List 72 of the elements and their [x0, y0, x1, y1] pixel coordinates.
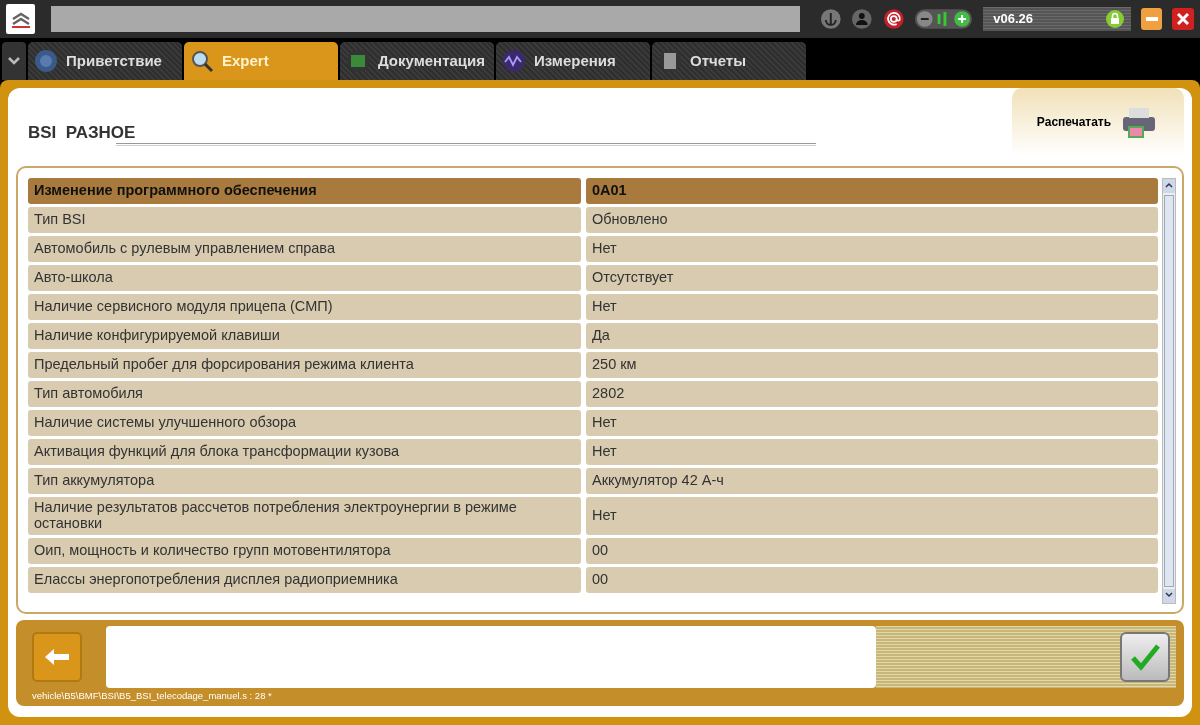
parameter-cell: Наличие системы улучшенного обзора: [28, 410, 581, 436]
parameter-cell: Активация функций для блока трансформации кузова: [28, 439, 581, 465]
value-cell: Нет: [586, 497, 1158, 535]
close-button[interactable]: [1172, 8, 1194, 30]
person-icon: [851, 8, 873, 30]
table-row[interactable]: Тип аккумулятора Аккумулятор 42 А-ч: [28, 468, 1158, 494]
back-button[interactable]: [32, 632, 82, 682]
chevron-logo-icon: [9, 10, 32, 28]
print-button[interactable]: Распечатать: [1012, 88, 1184, 156]
parameter-cell: Наличие результатов рассчетов потребления электроунергии в режиме остановки: [28, 497, 581, 535]
scroll-down-icon: [1165, 591, 1173, 598]
value-cell: 00: [586, 566, 1158, 593]
tab[interactable]: Отчеты: [652, 42, 806, 80]
table-row[interactable]: Предельный пробег для форсирования режима клиента 250 км: [28, 352, 1158, 378]
table-row[interactable]: Авто-школа Отсутствует: [28, 265, 1158, 291]
parameter-cell: Тип автомобиля: [28, 381, 581, 407]
volume-control-icon: [914, 8, 974, 30]
confirm-button[interactable]: [1120, 632, 1170, 682]
parameter-cell: Елассы энергопотребления дисплея радиоприемника: [28, 566, 581, 593]
tab[interactable]: Документация: [340, 42, 494, 80]
value-cell: Нет: [586, 236, 1158, 262]
magnifier-icon: [190, 49, 214, 73]
value-cell: Обновлено: [586, 207, 1158, 233]
table-row[interactable]: Активация функций для блока трансформации кузова Нет: [28, 439, 1158, 465]
value-cell: Нет: [586, 439, 1158, 465]
left-arrow-icon: [44, 648, 70, 666]
minimize-icon: [1145, 17, 1158, 21]
table-row[interactable]: Наличие сервисного модуля прицепа (СМП) Нет: [28, 294, 1158, 320]
value-cell: 0A01: [586, 178, 1158, 204]
wave-icon: [502, 49, 526, 73]
anchor-icon: [819, 8, 842, 30]
value-cell: 00: [586, 537, 1158, 564]
value-cell: Нет: [586, 410, 1158, 436]
close-icon: [1177, 13, 1190, 25]
chevron-down-icon: [8, 57, 20, 65]
table-row[interactable]: Наличие системы улучшенного обзора Нет: [28, 410, 1158, 436]
parameter-cell: Изменение программного обеспечения: [28, 178, 581, 204]
minimize-button[interactable]: [1140, 8, 1163, 30]
table-row[interactable]: Наличие результатов рассчетов потребления электроунергии в режиме остановки Нет: [28, 497, 1158, 535]
table-row[interactable]: Елассы энергопотребления дисплея радиоприемника 00: [28, 566, 1158, 593]
file-path-text: vehicle\B5\BMF\BSI\B5_BSI_telecodage_manuel.s : 28 *: [32, 689, 273, 703]
version-label: v06.26: [993, 10, 1033, 29]
table-row[interactable]: Автомобиль с рулевым управлением справа Нет: [28, 236, 1158, 262]
scroll-up-icon: [1165, 181, 1173, 188]
table-row[interactable]: Тип BSI Обновлено: [28, 207, 1158, 233]
value-cell: 2802: [586, 381, 1158, 407]
parameter-cell: Тип аккумулятора: [28, 468, 581, 494]
at-sign-icon: [882, 8, 905, 30]
lock-icon: [1104, 9, 1125, 29]
parameter-cell: Предельный пробег для форсирования режима клиента: [28, 352, 581, 378]
value-cell: Да: [586, 323, 1158, 349]
parameter-cell: Наличие конфигурируемой клавиши: [28, 323, 581, 349]
value-cell: 250 км: [586, 352, 1158, 378]
table-row[interactable]: Оип, мощность и количество групп мотовентилятора 00: [28, 537, 1158, 564]
page-title: BSI РАЗНОЕ: [28, 122, 136, 142]
table-row[interactable]: Тип автомобиля 2802: [28, 381, 1158, 407]
table-row[interactable]: Наличие конфигурируемой клавиши Да: [28, 323, 1158, 349]
tab[interactable]: Приветствие: [28, 42, 182, 80]
parameter-cell: Тип BSI: [28, 207, 581, 233]
parameter-cell: Оип, мощность и количество групп мотовентилятора: [28, 537, 581, 564]
parameter-cell: Авто-школа: [28, 265, 581, 291]
value-cell: Нет: [586, 294, 1158, 320]
parameter-cell: Наличие сервисного модуля прицепа (СМП): [28, 294, 581, 320]
checkmark-icon: [1130, 643, 1160, 671]
table-row[interactable]: Изменение программного обеспечения 0A01: [28, 178, 1158, 204]
value-cell: Отсутствует: [586, 265, 1158, 291]
tab[interactable]: Измерения: [496, 42, 650, 80]
value-cell: Аккумулятор 42 А-ч: [586, 468, 1158, 494]
parameter-cell: Автомобиль с рулевым управлением справа: [28, 236, 581, 262]
scrollbar[interactable]: [1162, 178, 1176, 604]
menu-chevron-button[interactable]: [2, 42, 26, 80]
document-icon: [658, 49, 682, 73]
